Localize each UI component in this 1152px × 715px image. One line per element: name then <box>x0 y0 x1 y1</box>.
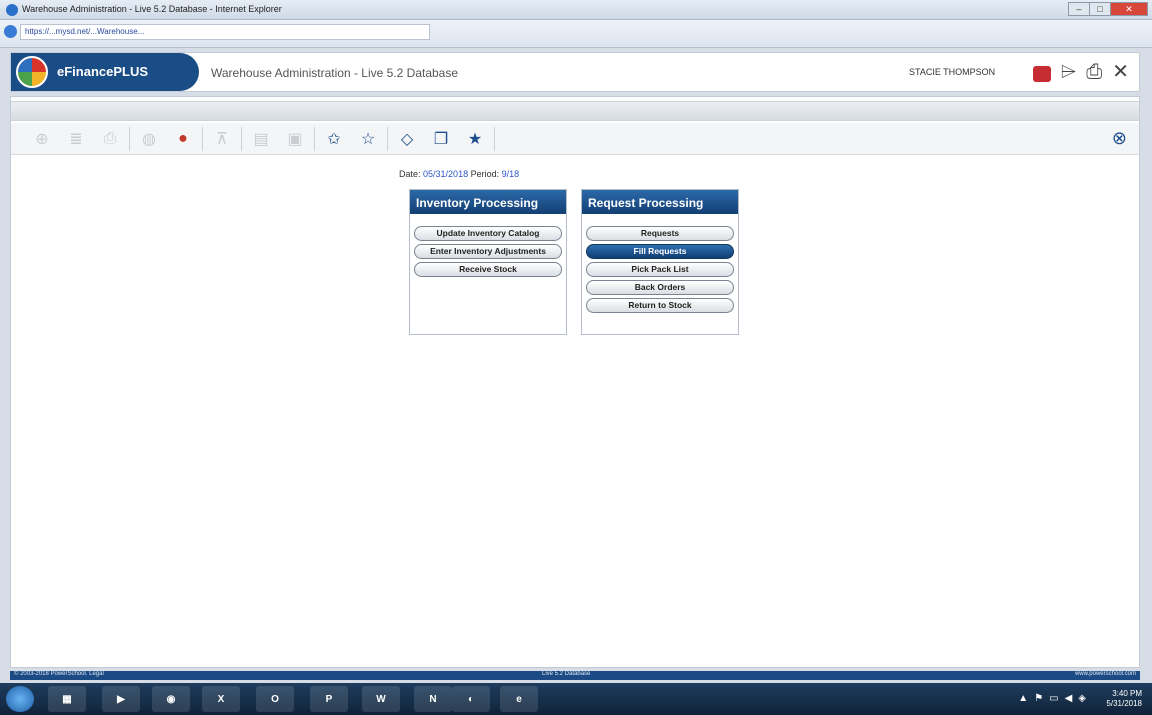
clock[interactable]: 3:40 PM 5/31/2018 <box>1106 689 1142 709</box>
chrome-icon[interactable]: ◉ <box>152 686 190 712</box>
tag-icon[interactable]: ⌲ <box>1061 59 1077 85</box>
print-icon[interactable]: ⎙ <box>93 125 127 153</box>
add-icon[interactable]: ⊕ <box>25 125 59 153</box>
print-icon[interactable]: ⎙ <box>1086 59 1102 85</box>
toolbar-divider <box>387 126 388 151</box>
word-icon[interactable]: W <box>362 686 400 712</box>
back-icon[interactable] <box>4 25 17 38</box>
period-value[interactable]: 9/18 <box>502 169 520 179</box>
period-info: Date: 05/31/2018 Period: 9/18 <box>399 169 519 179</box>
browser-title-bar: Warehouse Administration - Live 5.2 Data… <box>0 0 1152 20</box>
minimize-button[interactable]: – <box>1068 2 1090 16</box>
receive-stock-button[interactable]: Receive Stock <box>414 262 562 277</box>
brand-logo[interactable]: eFinancePLUS <box>11 53 199 91</box>
app-header: eFinancePLUS Warehouse Administration - … <box>10 52 1140 92</box>
start-button[interactable] <box>6 686 34 712</box>
favorite-add-icon[interactable]: ✩ <box>317 125 351 153</box>
media-icon[interactable]: ▶ <box>102 686 140 712</box>
return-to-stock-button[interactable]: Return to Stock <box>586 298 734 313</box>
close-circle-icon[interactable]: ⊗ <box>1112 128 1127 149</box>
toolbar-divider <box>202 126 203 151</box>
list-icon[interactable]: ≣ <box>59 125 93 153</box>
windows-taskbar: ▦ ▶ ◉ X O P W N ◐ e ▲⚑▭◀◈ 3:40 PM 5/31/2… <box>0 683 1152 715</box>
toolbar-divider <box>129 126 130 151</box>
ie-icon[interactable]: e <box>500 686 538 712</box>
url-field[interactable]: https://...mysd.net/...Warehouse... <box>20 24 430 40</box>
status-bar: © 2003-2018 PowerSchool. Legal Live 5.2 … <box>10 671 1140 680</box>
period-label: Period: <box>470 169 500 179</box>
copyright-text[interactable]: © 2003-2018 PowerSchool. Legal <box>14 671 104 677</box>
inventory-processing-panel: Inventory Processing Update Inventory Ca… <box>409 189 567 335</box>
powerpoint-icon[interactable]: P <box>310 686 348 712</box>
pick-pack-list-button[interactable]: Pick Pack List <box>586 262 734 277</box>
toolbar-divider <box>494 126 495 151</box>
outlook-icon[interactable]: O <box>256 686 294 712</box>
diamond-icon[interactable]: ◇ <box>390 125 424 153</box>
enter-inventory-adjustments-button[interactable]: Enter Inventory Adjustments <box>414 244 562 259</box>
address-bar: https://...mysd.net/...Warehouse... <box>0 20 1152 48</box>
lock-icon[interactable] <box>1032 66 1051 82</box>
filter-icon[interactable]: ⊼ <box>205 125 239 153</box>
excel-icon[interactable]: X <box>202 686 240 712</box>
window-controls: – □ ✕ <box>1068 2 1148 16</box>
vendor-link[interactable]: www.powerschool.com <box>1075 671 1136 677</box>
explorer-icon[interactable]: ▦ <box>48 686 86 712</box>
fill-requests-button[interactable]: Fill Requests <box>586 244 734 259</box>
ie-logo-icon <box>6 4 18 16</box>
document-icon[interactable]: ▤ <box>244 125 278 153</box>
database-icon[interactable]: ● <box>166 125 200 153</box>
requests-button[interactable]: Requests <box>586 226 734 241</box>
save-icon[interactable]: ▣ <box>278 125 312 153</box>
favorite-icon[interactable]: ☆ <box>351 125 385 153</box>
globe-icon[interactable]: ◍ <box>132 125 166 153</box>
clock-date: 5/31/2018 <box>1106 699 1142 708</box>
page-title: Warehouse Administration - Live 5.2 Data… <box>211 66 459 80</box>
window-title: Warehouse Administration - Live 5.2 Data… <box>22 4 282 14</box>
brand-name: eFinancePLUS <box>57 64 149 79</box>
maximize-button[interactable]: □ <box>1089 2 1111 16</box>
star-icon[interactable]: ★ <box>458 125 492 153</box>
panel-title: Inventory Processing <box>410 190 566 214</box>
header-actions: ⌲ ⎙ ✕ <box>1023 59 1129 85</box>
back-orders-button[interactable]: Back Orders <box>586 280 734 295</box>
request-processing-panel: Request Processing Requests Fill Request… <box>581 189 739 335</box>
app-icon[interactable]: ◐ <box>452 686 490 712</box>
copy-icon[interactable]: ❐ <box>424 125 458 153</box>
update-inventory-catalog-button[interactable]: Update Inventory Catalog <box>414 226 562 241</box>
menu-strip <box>11 101 1139 121</box>
toolbar-divider <box>241 126 242 151</box>
clock-time: 3:40 PM <box>1112 689 1142 698</box>
user-name: STACIE THOMPSON <box>909 67 996 77</box>
close-icon[interactable]: ✕ <box>1112 59 1129 85</box>
onenote-icon[interactable]: N <box>414 686 452 712</box>
toolbar: ⊕ ≣ ⎙ ◍ ● ⊼ ▤ ▣ ✩ ☆ ◇ ❐ ★ ⊗ <box>11 123 1139 155</box>
toolbar-divider <box>314 126 315 151</box>
efinance-logo-icon <box>16 56 48 88</box>
database-name: Live 5.2 Database <box>542 671 591 677</box>
date-label: Date: <box>399 169 421 179</box>
date-value[interactable]: 05/31/2018 <box>423 169 468 179</box>
close-window-button[interactable]: ✕ <box>1110 2 1148 16</box>
main-content: ⊕ ≣ ⎙ ◍ ● ⊼ ▤ ▣ ✩ ☆ ◇ ❐ ★ ⊗ Date: 05/31/… <box>10 96 1140 668</box>
panel-title: Request Processing <box>582 190 738 214</box>
system-tray-icons[interactable]: ▲⚑▭◀◈ <box>1018 693 1092 704</box>
